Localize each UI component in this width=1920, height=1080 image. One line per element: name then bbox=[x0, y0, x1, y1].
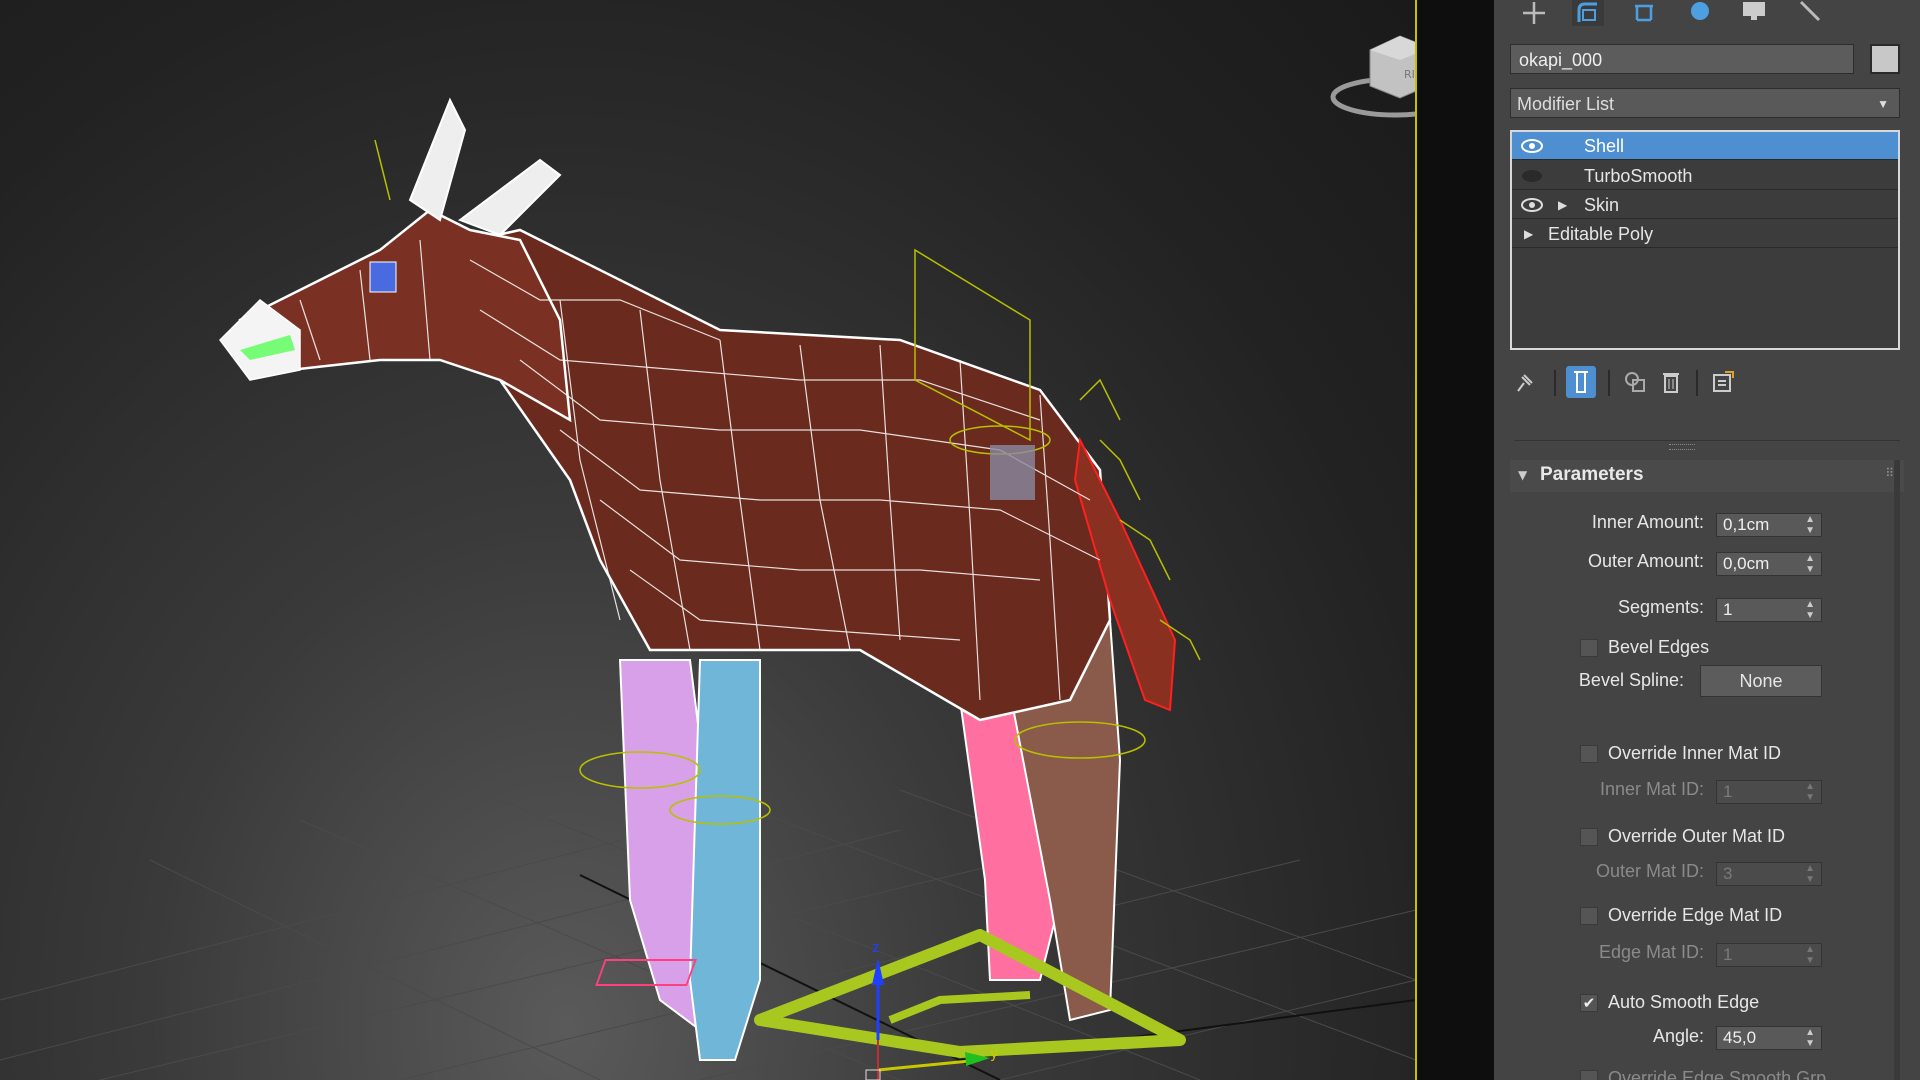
resize-grip[interactable] bbox=[1669, 444, 1695, 450]
override-inner-mat-label: Override Inner Mat ID bbox=[1608, 743, 1782, 763]
pin-stack-icon[interactable] bbox=[1510, 366, 1540, 398]
svg-text:z: z bbox=[872, 940, 879, 956]
show-end-result-icon[interactable] bbox=[1566, 366, 1596, 398]
expand-triangle-icon[interactable]: ▶ bbox=[1524, 220, 1533, 248]
outer-mat-id-spinner[interactable]: 3 ▲ ▼ bbox=[1716, 862, 1822, 886]
spinner-arrows-icon[interactable]: ▲ ▼ bbox=[1805, 781, 1815, 803]
spinner-arrows-icon[interactable]: ▲ ▼ bbox=[1805, 863, 1815, 885]
override-smooth-group-checkbox[interactable] bbox=[1580, 1070, 1598, 1080]
panel-scrollbar[interactable] bbox=[1894, 460, 1900, 1080]
override-smooth-group-label: Override Edge Smooth Grp bbox=[1608, 1068, 1827, 1080]
utilities-icon[interactable] bbox=[1794, 0, 1826, 26]
motion-icon[interactable] bbox=[1684, 0, 1716, 26]
perspective-viewport[interactable]: z y RIGHT bbox=[0, 0, 1416, 1080]
bevel-spline-label: Bevel Spline: bbox=[1578, 670, 1684, 690]
modify-icon[interactable] bbox=[1572, 0, 1604, 26]
stack-item-label: Shell bbox=[1584, 136, 1625, 156]
edge-mat-id-label: Edge Mat ID: bbox=[1598, 942, 1704, 962]
angle-spinner[interactable]: 45,0 ▲ ▼ bbox=[1716, 1026, 1822, 1050]
collapse-triangle-icon: ▼ bbox=[1518, 468, 1528, 482]
svg-text:y: y bbox=[990, 1046, 998, 1062]
override-edge-mat-label: Override Edge Mat ID bbox=[1608, 905, 1783, 925]
visibility-eye-icon[interactable] bbox=[1520, 191, 1544, 219]
make-unique-icon[interactable] bbox=[1620, 366, 1650, 398]
override-outer-mat-label: Override Outer Mat ID bbox=[1608, 826, 1786, 846]
chevron-down-icon: ▼ bbox=[1877, 97, 1889, 111]
stack-item-skin[interactable]: ▶ Skin bbox=[1512, 191, 1898, 219]
parameters-rollout-header[interactable]: ▼ Parameters ⠿ bbox=[1510, 460, 1904, 492]
stack-toolbar bbox=[1510, 362, 1900, 400]
stack-item-label: TurboSmooth bbox=[1584, 166, 1693, 186]
edge-mat-id-spinner[interactable]: 1 ▲ ▼ bbox=[1716, 943, 1822, 967]
root-controller bbox=[754, 929, 1186, 1058]
modifier-list-label: Modifier List bbox=[1517, 94, 1615, 114]
spinner-value: 3 bbox=[1723, 864, 1733, 883]
create-icon[interactable] bbox=[1518, 0, 1550, 26]
spinner-arrows-icon[interactable]: ▲ ▼ bbox=[1805, 944, 1815, 966]
bevel-edges-label: Bevel Edges bbox=[1608, 637, 1710, 657]
spinner-value: 0,0cm bbox=[1723, 554, 1770, 573]
rollout-title: Parameters bbox=[1540, 464, 1644, 485]
inner-mat-id-label: Inner Mat ID: bbox=[1599, 779, 1704, 799]
bone-box bbox=[990, 445, 1035, 500]
expand-triangle-icon[interactable]: ▶ bbox=[1558, 191, 1567, 219]
visibility-eye-icon[interactable] bbox=[1520, 132, 1544, 160]
spinner-arrows-icon[interactable]: ▲ ▼ bbox=[1805, 1027, 1815, 1049]
spinner-arrows-icon[interactable]: ▲ ▼ bbox=[1805, 599, 1815, 621]
rollout-separator bbox=[1514, 440, 1900, 441]
spinner-value: 0,1cm bbox=[1723, 515, 1770, 534]
visibility-off-icon[interactable] bbox=[1520, 162, 1544, 190]
modifier-stack: Shell TurboSmooth ▶ Skin ▶ Editable Poly bbox=[1510, 130, 1900, 350]
viewport-scene: z y RIGHT bbox=[0, 35, 1416, 1080]
auto-smooth-edge-checkbox[interactable]: ✔ bbox=[1580, 994, 1598, 1012]
modifier-list-dropdown[interactable]: Modifier List ▼ bbox=[1510, 88, 1900, 118]
bevel-spline-button[interactable]: None bbox=[1700, 665, 1822, 697]
command-panel-tabs bbox=[1494, 0, 1920, 30]
hierarchy-icon[interactable] bbox=[1628, 0, 1660, 26]
outer-amount-label: Outer Amount: bbox=[1587, 551, 1704, 571]
override-inner-mat-checkbox[interactable] bbox=[1580, 745, 1598, 763]
rollout-grip-icon[interactable]: ⠿ bbox=[1885, 466, 1894, 480]
okapi-model bbox=[219, 97, 1201, 1061]
stack-item-label: Skin bbox=[1584, 195, 1620, 215]
object-name-field[interactable]: okapi_000 bbox=[1510, 44, 1854, 74]
segments-spinner[interactable]: 1 ▲ ▼ bbox=[1716, 598, 1822, 622]
inner-mat-id-spinner[interactable]: 1 ▲ ▼ bbox=[1716, 780, 1822, 804]
spinner-value: 1 bbox=[1723, 782, 1733, 801]
checkmark-icon: ✔ bbox=[1582, 994, 1596, 1012]
inner-amount-spinner[interactable]: 0,1cm ▲ ▼ bbox=[1716, 513, 1822, 537]
panel-gap bbox=[1417, 0, 1494, 1080]
angle-label: Angle: bbox=[1652, 1026, 1704, 1046]
outer-amount-spinner[interactable]: 0,0cm ▲ ▼ bbox=[1716, 552, 1822, 576]
display-icon[interactable] bbox=[1738, 0, 1770, 26]
remove-modifier-icon[interactable] bbox=[1656, 366, 1686, 398]
viewcube: RIGHT bbox=[1330, 35, 1416, 118]
segments-label: Segments: bbox=[1617, 597, 1704, 617]
spinner-arrows-icon[interactable]: ▲ ▼ bbox=[1805, 553, 1815, 575]
override-outer-mat-checkbox[interactable] bbox=[1580, 828, 1598, 846]
inner-amount-label: Inner Amount: bbox=[1591, 512, 1704, 532]
bevel-edges-checkbox[interactable] bbox=[1580, 639, 1598, 657]
command-panel: okapi_000 Modifier List ▼ Shell TurboSmo… bbox=[1494, 0, 1920, 1080]
spinner-value: 45,0 bbox=[1723, 1028, 1757, 1047]
spinner-value: 1 bbox=[1723, 600, 1733, 619]
outer-mat-id-label: Outer Mat ID: bbox=[1595, 861, 1704, 881]
override-edge-mat-checkbox[interactable] bbox=[1580, 907, 1598, 925]
stack-item-label: Editable Poly bbox=[1548, 224, 1654, 244]
auto-smooth-edge-label: Auto Smooth Edge bbox=[1608, 992, 1760, 1012]
spinner-arrows-icon[interactable]: ▲ ▼ bbox=[1805, 514, 1815, 536]
stack-item-shell[interactable]: Shell bbox=[1512, 132, 1898, 160]
stack-item-editable-poly[interactable]: ▶ Editable Poly bbox=[1512, 220, 1898, 248]
configure-modifier-sets-icon[interactable] bbox=[1708, 366, 1738, 398]
object-color-swatch[interactable] bbox=[1870, 44, 1900, 74]
spinner-value: 1 bbox=[1723, 945, 1733, 964]
stack-item-turbosmooth[interactable]: TurboSmooth bbox=[1512, 162, 1898, 190]
